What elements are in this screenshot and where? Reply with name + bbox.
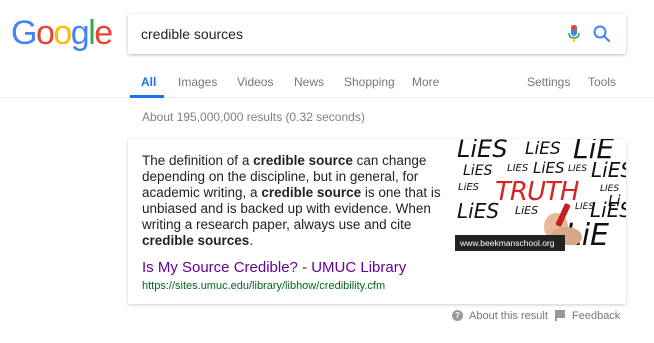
feedback-link[interactable]: Feedback (572, 309, 620, 323)
search-icon[interactable] (592, 24, 612, 44)
tab-images[interactable]: Images (178, 75, 217, 89)
help-icon[interactable]: ? (452, 310, 463, 321)
logo-letter: e (94, 14, 113, 52)
result-stats: About 195,000,000 results (0.32 seconds) (142, 110, 365, 124)
google-logo[interactable]: Google (11, 14, 113, 52)
logo-letter: g (70, 14, 90, 52)
lies-word: LiES (458, 182, 480, 193)
featured-snippet: The definition of a credible source can … (128, 139, 626, 304)
lies-word: LIES (568, 164, 588, 174)
tab-news[interactable]: News (294, 75, 324, 89)
logo-letter: G (11, 14, 37, 52)
logo-letter: o (53, 14, 72, 52)
snippet-bold: credible sources (142, 233, 250, 248)
settings-link[interactable]: Settings (527, 75, 570, 89)
result-title-link[interactable]: Is My Source Credible? - UMUC Library (142, 259, 406, 277)
tab-shopping[interactable]: Shopping (344, 75, 395, 89)
search-tabs: All Images Videos News Shopping More Set… (0, 60, 654, 98)
tab-all[interactable]: All (141, 75, 156, 89)
lies-word: LiES (591, 158, 626, 182)
snippet-part: The definition of a (142, 153, 254, 168)
tab-more[interactable]: More (412, 75, 439, 89)
tools-link[interactable]: Tools (588, 75, 616, 89)
snippet-bold: credible source (261, 185, 362, 200)
lies-word: LiES (525, 139, 561, 159)
lies-word: LIES (507, 163, 529, 174)
feedback-flag-icon[interactable] (555, 310, 566, 321)
search-input[interactable]: credible sources (141, 14, 243, 54)
image-caption: www.beekmanschool.org (455, 235, 565, 251)
about-result-link[interactable]: About this result (469, 309, 548, 323)
lies-word: LiES (457, 199, 500, 223)
snippet-image[interactable]: LiES LiES LiE LiES LIES LiES LIES LiES L… (455, 139, 626, 251)
snippet-bold: credible source (253, 153, 353, 168)
logo-letter: o (35, 14, 55, 52)
microphone-icon[interactable] (568, 25, 580, 43)
snippet-text: The definition of a credible source can … (142, 153, 442, 249)
lies-word: LiES (463, 163, 493, 179)
snippet-part: . (249, 233, 254, 248)
search-box[interactable]: credible sources (128, 14, 626, 54)
lies-word: LiES (457, 139, 508, 163)
lies-word: LiES (590, 198, 626, 222)
lies-word: LiES (533, 159, 565, 177)
result-url: https://sites.umuc.edu/library/libhow/cr… (142, 280, 386, 292)
active-tab-indicator (130, 95, 164, 98)
tab-videos[interactable]: Videos (237, 75, 273, 89)
